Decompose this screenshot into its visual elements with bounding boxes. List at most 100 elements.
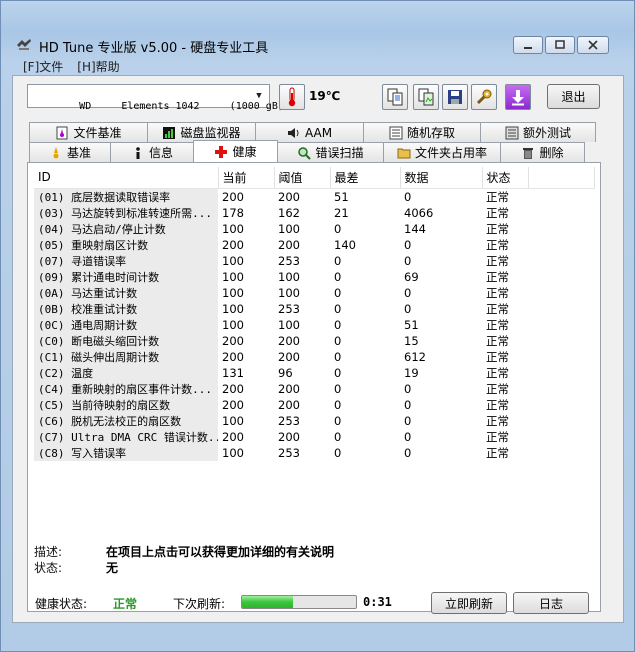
tab-health[interactable]: 健康 [193,140,278,162]
cell-filler [528,317,594,333]
minimize-icon [524,47,532,49]
refresh-countdown: 0:31 [363,595,392,609]
copy-text-button[interactable] [382,84,408,110]
cell-cur: 200 [222,333,244,348]
cell-status: 正常 [486,189,509,204]
table-row[interactable]: (0A) 马达重试计数 100 100 0 0 正常 [34,284,594,301]
cell-data: 0 [404,397,412,412]
menu-file[interactable]: [F]文件 [23,58,63,75]
table-row[interactable]: (0B) 校准重试计数 100 253 0 0 正常 [34,300,594,317]
temperature-button[interactable] [279,84,305,110]
cell-status: 正常 [486,253,509,268]
tab-disk-monitor[interactable]: 磁盘监视器 [147,122,256,142]
col-header-worst[interactable]: 最差 [330,167,401,189]
info-icon [136,146,140,159]
copy-image-icon [418,88,434,106]
col-header-threshold[interactable]: 阈值 [274,167,331,189]
table-row[interactable]: (09) 累计通电时间计数 100 100 0 69 正常 [34,268,594,285]
health-status-value: 正常 [113,597,138,611]
table-row[interactable]: (C5) 当前待映射的扇区数 200 200 0 0 正常 [34,396,594,413]
col-header-data[interactable]: 数据 [400,167,483,189]
cell-attribute-id: (09) 累计通电时间计数 [34,268,218,285]
tab-label: 信息 [148,146,173,160]
cell-thr: 200 [278,333,300,348]
col-header-current[interactable]: 当前 [218,167,275,189]
cell-data: 69 [404,269,419,284]
cell-filler [528,301,594,317]
cell-attribute-id: (C6) 脱机无法校正的扇区数 [34,412,218,429]
tab-extra-tests[interactable]: 额外测试 [480,122,596,142]
table-row[interactable]: (07) 寻道错误率 100 253 0 0 正常 [34,252,594,269]
tab-benchmark[interactable]: 基准 [29,142,111,162]
tab-aam[interactable]: AAM [255,122,364,142]
tab-label: 错误扫描 [315,146,364,160]
health-panel: ID 当前 阈值 最差 数据 状态 (01) 底层数据读取错误率 200 200 51… [27,162,601,612]
tab-label: 磁盘监视器 [180,126,241,140]
table-row[interactable]: (01) 底层数据读取错误率 200 200 51 0 正常 [34,188,594,205]
log-button[interactable]: 日志 [513,592,589,614]
tab-info[interactable]: 信息 [110,142,194,162]
cell-data: 0 [404,445,412,460]
table-row[interactable]: (C4) 重新映射的扇区事件计数... 200 200 0 0 正常 [34,380,594,397]
options-button[interactable] [471,84,497,110]
refresh-now-button[interactable]: 立即刷新 [431,592,507,614]
table-row[interactable]: (05) 重映射扇区计数 200 200 140 0 正常 [34,236,594,253]
tab-random-access[interactable]: 随机存取 [363,122,481,142]
maximize-button[interactable] [545,36,575,54]
cell-attribute-id: (C0) 断电磁头缩回计数 [34,332,218,349]
cell-data: 4066 [404,205,434,220]
cell-data: 0 [404,381,412,396]
minimize-button[interactable] [513,36,543,54]
cell-attribute-id: (C7) Ultra DMA CRC 错误计数... [34,428,218,445]
col-header-status[interactable]: 状态 [482,167,529,189]
close-icon [588,40,598,50]
temperature-value: 19℃ [309,89,341,103]
wrench-icon [476,89,492,105]
table-row[interactable]: (C0) 断电磁头缩回计数 200 200 0 15 正常 [34,332,594,349]
cell-cur: 200 [222,237,244,252]
cell-attribute-id: (C8) 写入错误率 [34,444,218,461]
tab-folder-usage[interactable]: 文件夹占用率 [383,142,501,162]
save-button[interactable] [442,84,468,110]
extra-tests-icon [505,126,519,139]
tab-error-scan[interactable]: 错误扫描 [277,142,384,162]
cell-filler [528,445,594,461]
cell-worst: 0 [334,413,342,428]
close-button[interactable] [577,36,609,54]
table-row[interactable]: (C7) Ultra DMA CRC 错误计数... 200 200 0 0 正常 [34,428,594,445]
col-header-id[interactable]: ID [34,167,219,189]
benchmark-icon [53,146,59,158]
exit-button[interactable]: 退出 [547,84,600,109]
cell-filler [528,205,594,221]
cell-filler [528,253,594,269]
copy-screenshot-button[interactable] [413,84,439,110]
tab-file-benchmark[interactable]: 文件基准 [29,122,148,142]
cell-cur: 131 [222,365,244,380]
cell-cur: 200 [222,189,244,204]
cell-cur: 200 [222,349,244,364]
cell-worst: 0 [334,253,342,268]
chevron-down-icon: ▼ [256,91,262,101]
tab-strip: 文件基准 磁盘监视器 AAM 随机存取 额外测试 基准 信息 健康 错误扫描 文… [29,122,599,162]
drive-select[interactable]: WD Elements 1042 (1000 gB) ▼ [27,84,284,112]
cell-cur: 100 [222,269,244,284]
description-text: 在项目上点击可以获得更加详细的有关说明 [106,544,335,559]
menu-help[interactable]: [H]帮助 [77,58,119,75]
tab-erase[interactable]: 删除 [500,142,585,162]
cell-filler [528,269,594,285]
table-row[interactable]: (C2) 温度 131 96 0 19 正常 [34,364,594,381]
cell-attribute-id: (C1) 磁头伸出周期计数 [34,348,218,365]
magnifier-icon [298,146,312,160]
table-row[interactable]: (04) 马达启动/停止计数 100 100 0 144 正常 [34,220,594,237]
cell-cur: 100 [222,317,244,332]
cell-status: 正常 [486,365,509,380]
table-row[interactable]: (03) 马达旋转到标准转速所需... 178 162 21 4066 正常 [34,204,594,221]
download-button[interactable] [505,84,531,110]
tab-row-bottom: 基准 信息 健康 错误扫描 文件夹占用率 删除 [29,140,599,162]
cell-thr: 253 [278,253,300,268]
table-row[interactable]: (C8) 写入错误率 100 253 0 0 正常 [34,444,594,461]
table-row[interactable]: (C1) 磁头伸出周期计数 200 200 0 612 正常 [34,348,594,365]
cell-worst: 21 [334,205,349,220]
table-row[interactable]: (C6) 脱机无法校正的扇区数 100 253 0 0 正常 [34,412,594,429]
table-row[interactable]: (0C) 通电周期计数 100 100 0 51 正常 [34,316,594,333]
